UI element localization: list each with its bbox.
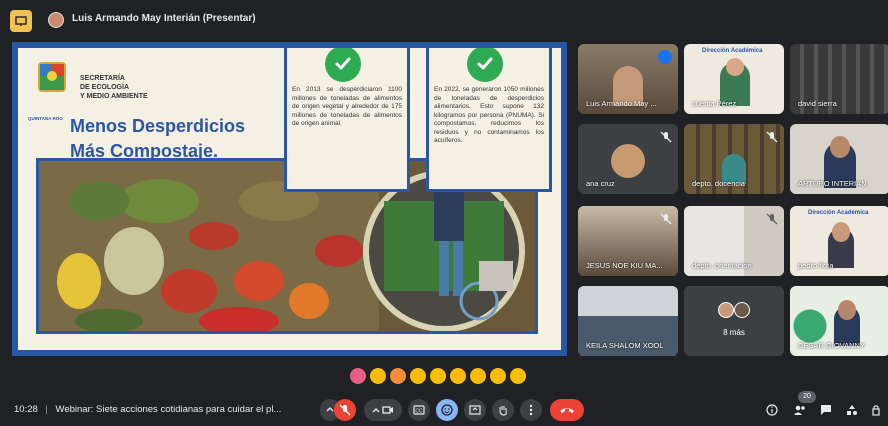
host-controls-icon[interactable] [868,402,884,418]
participant-tile[interactable]: JESUS NOE KIU MA... [578,206,678,276]
participant-tile[interactable]: Luis Armando May ... [578,44,678,114]
participant-thumb [734,302,750,318]
thinking-emoji-icon[interactable] [490,368,506,384]
secretaria-line2: DE ECOLOGÍA [80,84,130,91]
party-emoji-icon[interactable] [390,368,406,384]
participant-name: david sierra [798,99,837,108]
checkmark-icon [325,48,361,82]
participant-tile[interactable]: CESAR GIOVANNY [790,286,888,356]
heart-emoji-icon[interactable] [350,368,366,384]
clap-emoji-icon[interactable] [410,368,426,384]
participant-name: ana cruz [586,179,615,188]
mic-off-icon [660,212,672,225]
more-participants-tile[interactable]: 8 más [684,286,784,356]
slide: QUINTANA ROO SECRETARÍA DE ECOLOGÍA Y ME… [18,48,561,350]
mic-off-icon [660,130,672,143]
presentation-icon[interactable] [10,10,32,32]
svg-text:CC: CC [415,409,423,415]
activities-icon[interactable] [844,402,860,418]
participant-tile[interactable]: david sierra [790,44,888,114]
stats-card-2013: En 2013 se desperdiciaron 1100 millones … [284,48,410,192]
presenter-avatar [48,12,64,28]
participant-name: KEILA SHALOM XOOL [586,341,664,350]
meeting-info-separator: | [45,404,48,415]
raise-hand-button[interactable] [492,399,514,421]
bottom-bar: 10:28 | Webinar: Siete acciones cotidian… [0,394,888,426]
participant-thumb [718,302,734,318]
participant-tile[interactable]: depto. orientacion [684,206,784,276]
mic-off-button[interactable] [334,399,356,421]
secretaria-heading: SECRETARÍA DE ECOLOGÍA Y MEDIO AMBIENTE [80,74,190,101]
meeting-time: 10:28 [14,404,38,415]
more-options-button[interactable] [520,399,542,421]
logo-caption: QUINTANA ROO [28,116,63,121]
meeting-details-icon[interactable] [764,402,780,418]
leave-call-button[interactable] [550,399,584,421]
card-2013-text: En 2013 se desperdiciaron 1100 millones … [292,86,402,127]
speaking-indicator-icon [658,50,672,64]
reaction-bar [350,365,550,387]
stats-card-2022: En 2022, se generaron 1050 millones de t… [426,48,552,192]
participant-tile[interactable]: KEILA SHALOM XOOL [578,286,678,356]
captions-button[interactable]: CC [408,399,430,421]
secretaria-line3: Y MEDIO AMBIENTE [80,93,148,100]
participant-name: Luis Armando May ... [586,99,657,108]
quintana-roo-logo [38,62,66,92]
participant-name: ARTURO INTERIAN [798,179,867,188]
slide-headline: Menos Desperdicios Más Compostaje. [70,114,245,164]
participant-tile[interactable]: Dirección Académica cuenta Pérez [684,44,784,114]
meeting-info: 10:28 | Webinar: Siete acciones cotidian… [14,404,281,415]
participant-name: depto. orientacion [692,261,752,270]
meeting-title: Webinar: Siete acciones cotidianas para … [55,404,282,415]
present-now-button[interactable] [464,399,486,421]
participant-tile[interactable]: ana cruz [578,124,678,194]
surprised-emoji-icon[interactable] [450,368,466,384]
mic-off-icon [766,212,778,225]
tile-org-label: Dirección Académica [702,48,763,54]
secretaria-line1: SECRETARÍA [80,75,125,82]
camera-options-button[interactable] [364,399,402,421]
thumbs-up-emoji-icon[interactable] [370,368,386,384]
card-2022-text: En 2022, se generaron 1050 millones de t… [434,86,544,144]
participant-tile[interactable]: Dirección Académica pedro flota [790,206,888,276]
checkmark-icon [467,48,503,82]
participant-name: depto. docencia [692,179,745,188]
headline-line1: Menos Desperdicios [70,116,246,136]
participant-name: JESUS NOE KIU MA... [586,261,663,270]
presenter-title: Luis Armando May Interián (Presentar) [72,13,256,24]
participant-tile[interactable]: ARTURO INTERIAN [790,124,888,194]
laugh-emoji-icon[interactable] [430,368,446,384]
participant-name: cuenta Pérez [692,99,737,108]
reactions-button[interactable] [436,399,458,421]
people-icon[interactable] [792,402,808,418]
chat-icon[interactable] [818,402,834,418]
sad-emoji-icon[interactable] [470,368,486,384]
participant-count-badge: 20 [798,391,816,403]
participant-name: pedro flota [798,261,834,270]
more-count: 8 más [723,328,745,337]
participant-tile[interactable]: depto. docencia [684,124,784,194]
tile-org-label: Dirección Académica [808,210,869,216]
thumbs-down-emoji-icon[interactable] [510,368,526,384]
participant-name: CESAR GIOVANNY [798,341,865,350]
presentation-area: QUINTANA ROO SECRETARÍA DE ECOLOGÍA Y ME… [12,42,567,356]
mic-off-icon [766,130,778,143]
top-bar: Luis Armando May Interián (Presentar) [0,0,888,40]
